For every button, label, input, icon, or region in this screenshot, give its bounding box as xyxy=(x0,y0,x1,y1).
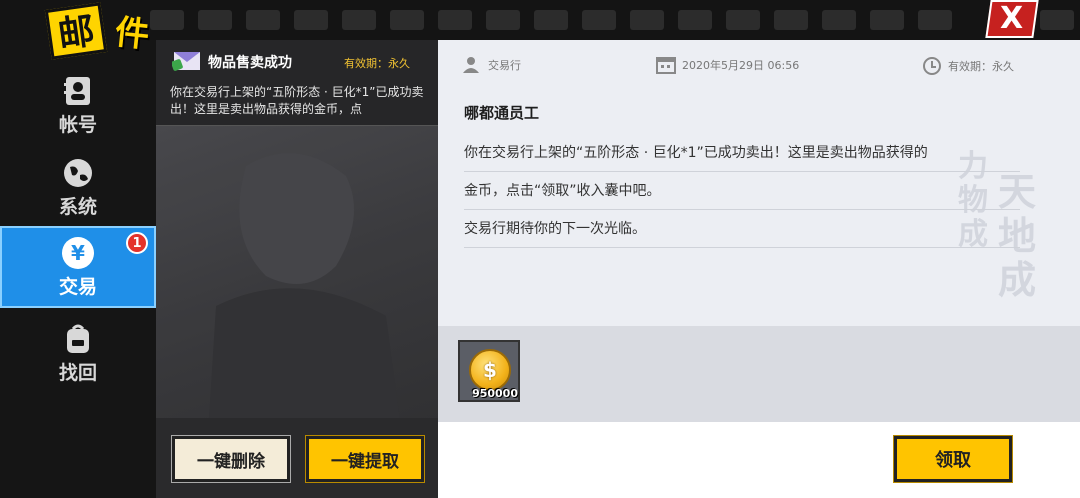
sidebar: 帐号 系统 ¥ 交易 1 找回 xyxy=(0,40,156,498)
clock-icon xyxy=(923,57,941,75)
mail-preview: 你在交易行上架的“五阶形态 · 巨化*1”已成功卖出！这里是卖出物品获得的金币，… xyxy=(170,85,424,116)
mail-datetime: 2020年5月29日 06:56 xyxy=(682,59,800,72)
sidebar-item-trade[interactable]: ¥ 交易 1 xyxy=(0,226,156,308)
sidebar-item-label: 帐号 xyxy=(58,113,97,136)
sidebar-item-account[interactable]: 帐号 xyxy=(0,64,156,146)
mail-date: 2020年5月29日 06:56 xyxy=(656,56,799,74)
mail-header: 交易行 2020年5月29日 06:56 有效期：永久 xyxy=(438,40,1080,92)
film-hole xyxy=(774,10,808,30)
mail-body-line: 交易行期待你的下一次光临。 xyxy=(464,218,1020,248)
mail-expire: 有效期：永久 xyxy=(344,57,410,70)
film-hole xyxy=(822,10,856,30)
mail-from-label: 交易行 xyxy=(488,59,521,72)
attachment-quantity: 950000 xyxy=(472,387,518,400)
claim-button[interactable]: 领取 xyxy=(894,436,1012,482)
film-hole xyxy=(1040,10,1074,30)
film-hole xyxy=(246,10,280,30)
yen-icon: ¥ xyxy=(61,236,95,270)
film-hole xyxy=(870,10,904,30)
delete-all-button[interactable]: 一键删除 xyxy=(172,436,290,482)
mail-expiry: 有效期：永久 xyxy=(922,56,1014,76)
film-hole xyxy=(294,10,328,30)
globe-icon xyxy=(61,156,95,190)
claim-all-button[interactable]: 一键提取 xyxy=(306,436,424,482)
envelope-icon xyxy=(171,46,202,72)
gold-coin-icon: $ xyxy=(469,349,511,391)
attachment-item[interactable]: $ 950000 xyxy=(458,340,520,402)
mail-logo: 邮 件 xyxy=(44,2,160,60)
mail-expire-label: 有效期：永久 xyxy=(948,60,1014,73)
mail-list-item[interactable]: 物品售卖成功 有效期：永久 你在交易行上架的“五阶形态 · 巨化*1”已成功卖出… xyxy=(156,40,438,126)
mail-detail-panel: 力物成 天地成 交易行 2020年5月29日 06:56 有效期：永久 哪都通员… xyxy=(438,40,1080,498)
notification-badge: 1 xyxy=(126,232,148,254)
mail-body-line: 你在交易行上架的“五阶形态 · 巨化*1”已成功卖出！这里是卖出物品获得的 xyxy=(464,142,1020,172)
calendar-icon xyxy=(656,57,676,74)
mail-body-line: 金币，点击“领取”收入囊中吧。 xyxy=(464,180,1020,210)
sidebar-item-label: 交易 xyxy=(58,275,97,298)
account-icon xyxy=(61,74,95,108)
sidebar-item-system[interactable]: 系统 xyxy=(0,146,156,228)
logo-char-2: 件 xyxy=(113,12,151,56)
user-icon xyxy=(463,57,479,73)
film-hole xyxy=(342,10,376,30)
film-hole xyxy=(582,10,616,30)
mail-title: 物品售卖成功 xyxy=(208,55,292,71)
film-hole xyxy=(630,10,664,30)
sidebar-item-label: 系统 xyxy=(58,195,97,218)
backpack-icon xyxy=(61,322,95,356)
close-icon: X xyxy=(1000,1,1024,36)
close-button[interactable]: X xyxy=(985,0,1039,38)
film-hole xyxy=(198,10,232,30)
sidebar-item-label: 找回 xyxy=(58,361,97,384)
film-hole xyxy=(678,10,712,30)
sidebar-item-retrieve[interactable]: 找回 xyxy=(0,312,156,394)
mail-from: 交易行 xyxy=(462,56,521,74)
mail-list-panel: 物品售卖成功 有效期：永久 你在交易行上架的“五阶形态 · 巨化*1”已成功卖出… xyxy=(156,40,438,498)
detail-footer: 领取 xyxy=(438,422,1080,498)
logo-char-1: 邮 xyxy=(44,2,108,60)
background-artwork xyxy=(156,126,438,466)
film-hole xyxy=(918,10,952,30)
film-strip-header xyxy=(0,0,1080,40)
svg-text:¥: ¥ xyxy=(71,241,85,265)
film-hole xyxy=(390,10,424,30)
film-hole xyxy=(438,10,472,30)
film-hole xyxy=(534,10,568,30)
film-hole xyxy=(486,10,520,30)
mail-sender: 哪都通员工 xyxy=(464,104,540,122)
film-hole xyxy=(726,10,760,30)
attachment-area: $ 950000 xyxy=(438,326,1080,422)
